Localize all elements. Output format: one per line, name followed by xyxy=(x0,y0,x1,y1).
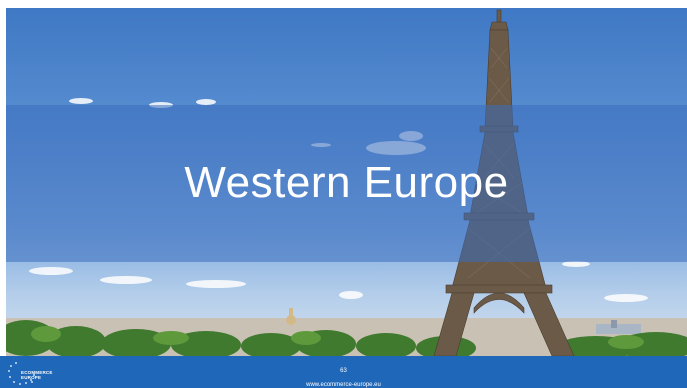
page-number: 63 xyxy=(340,368,347,374)
website-url: www.ecommerce-europe.eu xyxy=(306,382,381,388)
footer-bar: ECOMMERCE EUROPE 63 www.ecommerce-europe… xyxy=(0,356,687,388)
slide-title: Western Europe xyxy=(184,158,509,207)
background-photo: Western Europe xyxy=(6,8,687,356)
logo-line-2: EUROPE xyxy=(21,375,42,380)
slide: Western Europe ECOMMERCE EUROPE 63 www.e… xyxy=(0,0,687,388)
